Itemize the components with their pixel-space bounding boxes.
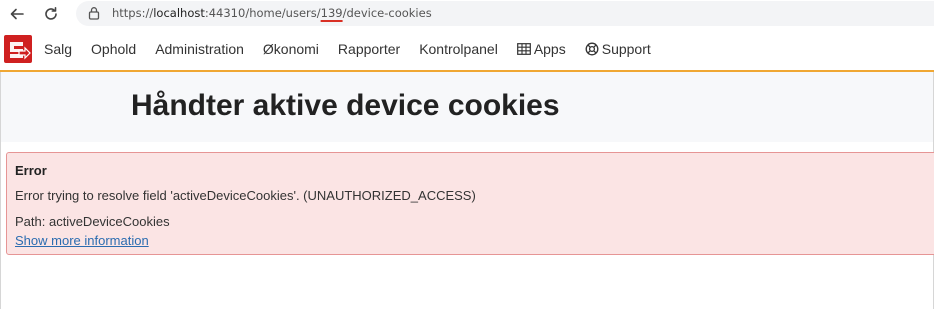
grid-icon <box>516 43 531 55</box>
back-arrow-icon[interactable] <box>6 3 28 25</box>
nav-item-apps-label: Apps <box>533 41 566 57</box>
app-navbar: Salg Ophold Administration Økonomi Rappo… <box>0 28 934 72</box>
page-title: Håndter aktive device cookies <box>131 89 560 122</box>
nav-item-support[interactable]: Support <box>585 41 651 57</box>
title-band: Håndter aktive device cookies <box>1 72 933 142</box>
error-alert: Error Error trying to resolve field 'act… <box>6 152 934 255</box>
page-content: Håndter aktive device cookies Error Erro… <box>1 72 934 309</box>
nav-item-support-label: Support <box>601 41 651 57</box>
nav-item-rapporter[interactable]: Rapporter <box>338 41 400 57</box>
url-text: https://localhost:44310/home/users/139/d… <box>112 6 432 20</box>
error-path: Path: activeDeviceCookies <box>15 214 170 229</box>
nav-item-okonomi[interactable]: Økonomi <box>263 41 319 57</box>
url-highlight: 139 <box>320 6 343 20</box>
error-message: Error trying to resolve field 'activeDev… <box>15 188 476 203</box>
app-logo-icon[interactable] <box>4 35 32 63</box>
browser-toolbar: https://localhost:44310/home/users/139/d… <box>0 0 934 28</box>
nav-item-ophold[interactable]: Ophold <box>91 41 136 57</box>
lifebuoy-icon <box>585 42 599 56</box>
show-more-information-link[interactable]: Show more information <box>15 233 149 248</box>
address-bar[interactable]: https://localhost:44310/home/users/139/d… <box>76 1 934 26</box>
lock-icon[interactable] <box>88 6 100 25</box>
nav-item-apps[interactable]: Apps <box>516 41 566 57</box>
nav-item-salg[interactable]: Salg <box>44 41 72 57</box>
nav-item-administration[interactable]: Administration <box>155 41 244 57</box>
reload-icon[interactable] <box>40 3 62 25</box>
nav-item-kontrolpanel[interactable]: Kontrolpanel <box>419 41 498 57</box>
error-title: Error <box>15 163 47 178</box>
